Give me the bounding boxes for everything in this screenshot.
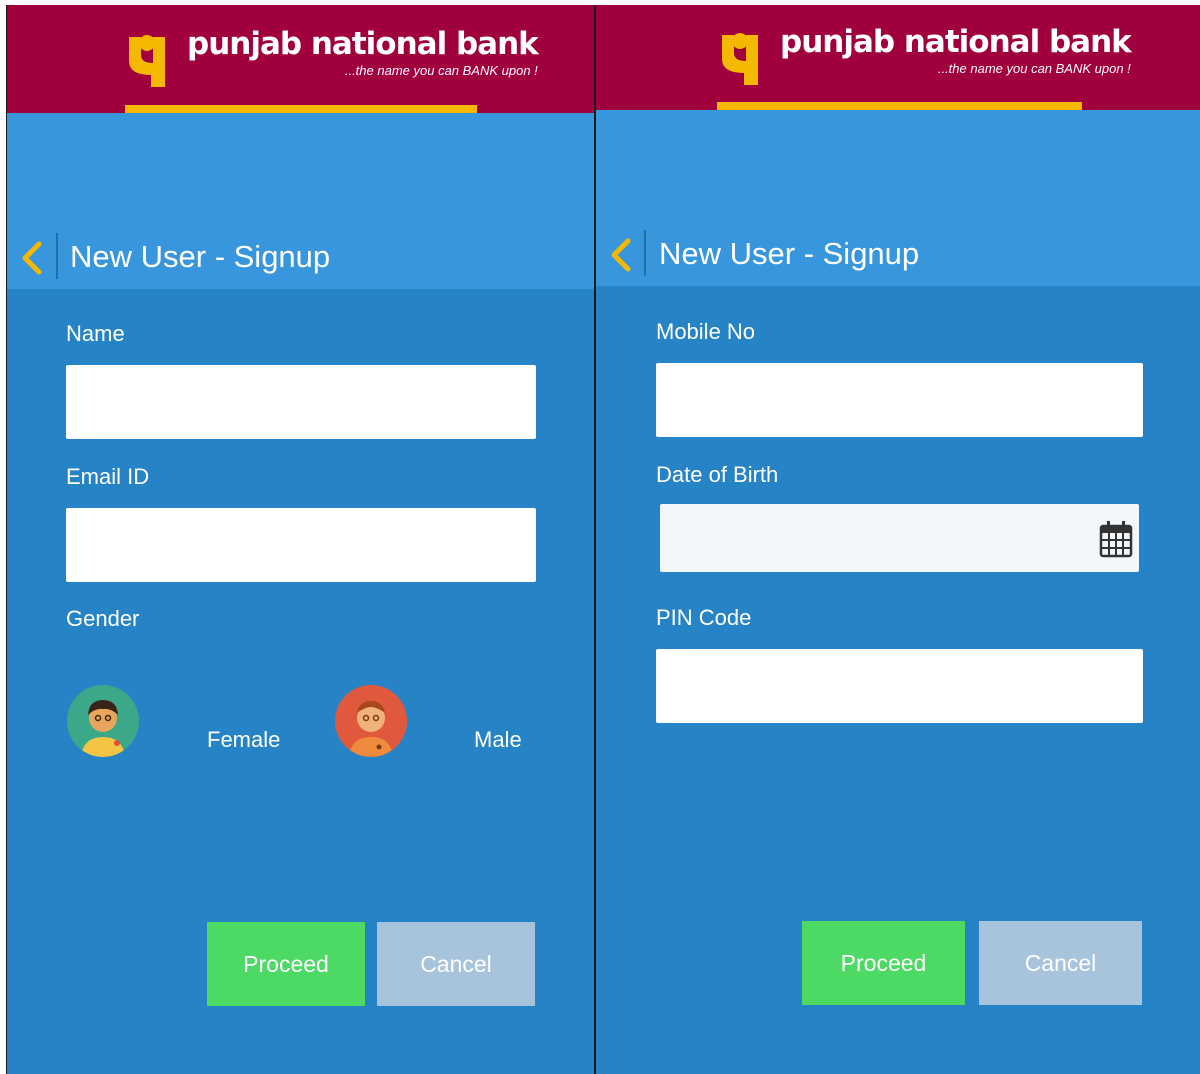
back-button[interactable]	[19, 238, 45, 278]
brand-name: punjab national bank	[780, 24, 1132, 60]
mobile-label: Mobile No	[656, 319, 756, 344]
email-input[interactable]	[66, 508, 536, 582]
pin-input[interactable]	[656, 649, 1143, 723]
cancel-button[interactable]: Cancel	[979, 921, 1142, 1005]
chevron-left-icon	[611, 238, 631, 272]
title-separator	[56, 233, 58, 279]
brand-tagline: ...the name you can BANK upon !	[344, 63, 538, 78]
pnb-logo-icon	[125, 27, 177, 87]
gender-label: Gender	[66, 606, 140, 631]
email-label: Email ID	[66, 464, 150, 489]
app-header: punjab national bank ...the name you can…	[596, 5, 1200, 110]
dob-label: Date of Birth	[656, 462, 779, 487]
title-bar: New User - Signup	[596, 110, 1200, 286]
title-separator	[644, 230, 646, 276]
chevron-left-icon	[22, 241, 42, 275]
gender-option-male[interactable]: Male	[474, 726, 522, 754]
dob-input[interactable]	[660, 504, 1139, 572]
app-header: punjab national bank ...the name you can…	[7, 5, 594, 113]
brand-name: punjab national bank	[187, 26, 539, 62]
name-input[interactable]	[66, 365, 536, 439]
female-avatar-icon[interactable]	[67, 685, 139, 757]
page-title: New User - Signup	[659, 236, 920, 271]
signup-screen-step-1: punjab national bank ...the name you can…	[7, 5, 594, 1074]
pin-label: PIN Code	[656, 605, 752, 630]
gender-option-female[interactable]: Female	[207, 726, 280, 754]
left-border-line	[6, 5, 7, 1074]
header-accent-bar	[717, 102, 1082, 110]
title-bar: New User - Signup	[7, 113, 594, 289]
brand-logo: punjab national bank ...the name you can…	[718, 24, 1132, 85]
cancel-button[interactable]: Cancel	[377, 922, 535, 1006]
header-accent-bar	[125, 105, 477, 113]
screen-divider	[594, 5, 596, 1074]
pnb-logo-icon	[718, 25, 770, 85]
name-label: Name	[66, 321, 125, 346]
brand-tagline: ...the name you can BANK upon !	[937, 61, 1131, 76]
calendar-icon[interactable]	[1099, 520, 1133, 558]
back-button[interactable]	[608, 235, 634, 275]
mobile-input[interactable]	[656, 363, 1143, 437]
signup-screen-step-2: punjab national bank ...the name you can…	[596, 5, 1200, 1074]
proceed-button[interactable]: Proceed	[802, 921, 965, 1005]
page-title: New User - Signup	[70, 239, 331, 274]
male-avatar-icon[interactable]	[335, 685, 407, 757]
proceed-button[interactable]: Proceed	[207, 922, 365, 1006]
brand-logo: punjab national bank ...the name you can…	[125, 26, 539, 87]
